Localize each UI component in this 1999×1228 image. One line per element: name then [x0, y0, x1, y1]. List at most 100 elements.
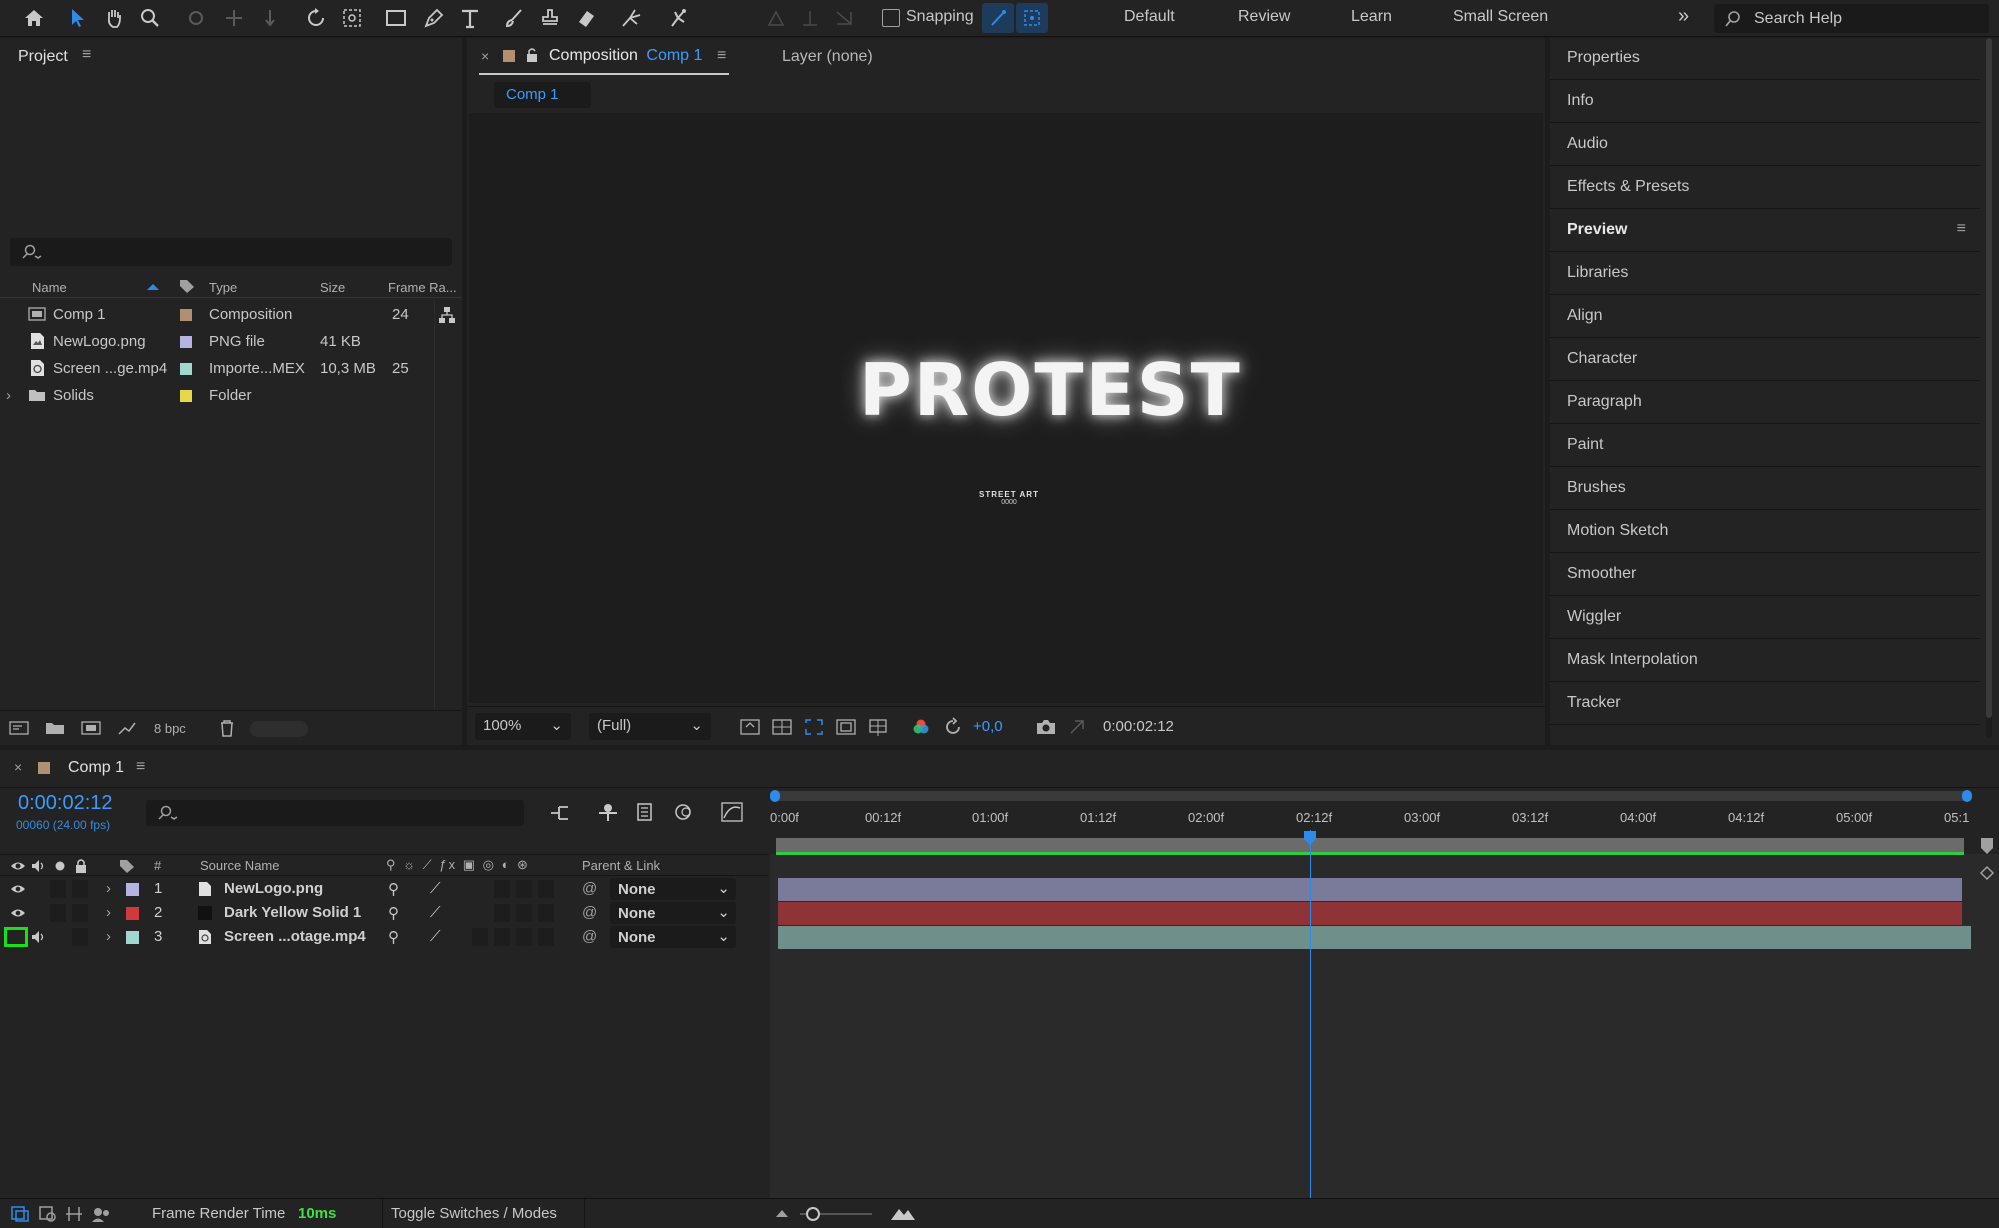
comp-marker-bin-icon[interactable]: [1979, 836, 1995, 856]
lock-switch-icon[interactable]: [74, 858, 88, 874]
quality-switch-icon[interactable]: ⟋: [430, 880, 441, 897]
video-switch-icon[interactable]: [10, 859, 26, 873]
snapping-checkbox[interactable]: [882, 9, 900, 27]
rectangle-tool-icon[interactable]: [380, 3, 412, 33]
eye-visibility-icon[interactable]: [10, 883, 26, 895]
layer-bar-1[interactable]: [778, 878, 1962, 901]
show-snapshot-icon[interactable]: [1067, 717, 1087, 737]
project-item-solids-folder[interactable]: › Solids Folder: [0, 382, 462, 409]
switch-box[interactable]: [538, 904, 554, 922]
label-swatch[interactable]: [180, 309, 192, 321]
workspace-default[interactable]: Default: [1124, 8, 1175, 26]
layer-search-input[interactable]: [146, 800, 524, 826]
roto-brush-tool-icon[interactable]: [616, 3, 648, 33]
work-area-navigator[interactable]: [770, 790, 1972, 802]
layer-name[interactable]: Dark Yellow Solid 1: [224, 904, 361, 921]
panel-info[interactable]: Info: [1550, 81, 1980, 123]
pickwhip-icon[interactable]: @: [582, 928, 597, 945]
close-timeline-icon[interactable]: ×: [14, 759, 22, 775]
layer-switches-toggle-icon[interactable]: [10, 1205, 30, 1223]
interpret-footage-icon[interactable]: [8, 719, 30, 737]
layer-name[interactable]: NewLogo.png: [224, 880, 323, 897]
composition-mini-flowchart-icon[interactable]: [548, 803, 572, 823]
project-menu-icon[interactable]: ≡: [82, 46, 91, 64]
label-swatch[interactable]: [180, 336, 192, 348]
snap-features-icon[interactable]: [1016, 3, 1048, 33]
timeline-zoom-thumb[interactable]: [806, 1207, 820, 1221]
panel-effects-presets[interactable]: Effects & Presets: [1550, 167, 1980, 209]
transparency-grid-icon[interactable]: [771, 717, 793, 737]
workspace-small-screen[interactable]: Small Screen: [1453, 8, 1548, 26]
comp-navigator-pill[interactable]: Comp 1: [494, 82, 591, 108]
col-parent-link[interactable]: Parent & Link: [582, 858, 660, 873]
graph-editor-icon[interactable]: [720, 801, 744, 823]
switch-box[interactable]: [516, 904, 532, 922]
orbit-camera-icon[interactable]: [180, 3, 212, 33]
playhead-marker-icon[interactable]: [1303, 830, 1317, 846]
solo-toggle[interactable]: [50, 880, 66, 898]
eye-visibility-icon[interactable]: [10, 907, 26, 919]
solo-switch-icon[interactable]: [54, 860, 66, 872]
sort-ascending-icon[interactable]: [146, 283, 160, 291]
composition-canvas[interactable]: PROTEST STREET ART 0000: [469, 113, 1543, 703]
lock-toggle[interactable]: [72, 904, 88, 922]
preview-menu-icon[interactable]: ≡: [1957, 220, 1966, 238]
pen-tool-icon[interactable]: [418, 3, 450, 33]
label-swatch[interactable]: [180, 390, 192, 402]
panel-mask-interpolation[interactable]: Mask Interpolation: [1550, 640, 1980, 682]
close-tab-icon[interactable]: ×: [481, 48, 489, 64]
dolly-camera-icon[interactable]: [254, 3, 286, 33]
shy-switch-icon[interactable]: ⚲: [388, 904, 399, 922]
zoom-in-mountain-icon[interactable]: [890, 1204, 916, 1222]
project-scrollbar[interactable]: [434, 300, 435, 710]
lock-toggle[interactable]: [72, 880, 88, 898]
parent-dropdown[interactable]: None ⌄: [610, 902, 736, 924]
more-workspaces-icon[interactable]: »: [1678, 5, 1689, 28]
panel-align[interactable]: Align: [1550, 296, 1980, 338]
solo-toggle[interactable]: [50, 904, 66, 922]
selection-tool-icon[interactable]: [62, 3, 94, 33]
thumbnail-slider[interactable]: [250, 721, 308, 737]
project-search-input[interactable]: [10, 238, 452, 266]
brush-tool-icon[interactable]: [498, 3, 530, 33]
new-composition-icon[interactable]: [80, 719, 102, 737]
exposure-value[interactable]: +0,0: [973, 718, 1003, 735]
work-area-start-handle[interactable]: [770, 790, 780, 802]
eraser-tool-icon[interactable]: [570, 3, 602, 33]
axis-local-icon[interactable]: [760, 3, 792, 33]
motion-blur-icon[interactable]: [672, 801, 694, 823]
new-folder-icon[interactable]: [44, 719, 66, 737]
col-size[interactable]: Size: [320, 280, 345, 295]
switch-box[interactable]: [538, 880, 554, 898]
panel-audio[interactable]: Audio: [1550, 124, 1980, 166]
panel-wiggler[interactable]: Wiggler: [1550, 597, 1980, 639]
switch-box[interactable]: [494, 928, 510, 946]
render-time-toggle-icon[interactable]: [90, 1205, 112, 1223]
layer-label-swatch[interactable]: [126, 931, 139, 944]
layer-label-swatch[interactable]: [126, 883, 139, 896]
timeline-comp-tab[interactable]: Comp 1: [68, 759, 124, 777]
trash-icon[interactable]: [218, 718, 236, 738]
layer-label-swatch[interactable]: [126, 907, 139, 920]
in-out-duration-icon[interactable]: [64, 1205, 84, 1223]
puppet-tool-icon[interactable]: [662, 3, 694, 33]
label-swatch[interactable]: [180, 363, 192, 375]
video-switch-highlight[interactable]: [4, 927, 28, 947]
rotation-tool-icon[interactable]: [300, 3, 332, 33]
panel-libraries[interactable]: Libraries: [1550, 253, 1980, 295]
search-help-field[interactable]: Search Help: [1714, 4, 1989, 33]
layer-tab[interactable]: Layer (none): [782, 48, 873, 66]
parent-dropdown[interactable]: None ⌄: [610, 878, 736, 900]
col-source-name[interactable]: Source Name: [200, 858, 279, 873]
expand-chevron-icon[interactable]: ›: [106, 904, 111, 921]
workspace-learn[interactable]: Learn: [1351, 8, 1392, 26]
audio-speaker-icon[interactable]: [30, 930, 46, 944]
timeline-menu-icon[interactable]: ≡: [136, 758, 145, 776]
pan-behind-tool-icon[interactable]: [336, 3, 368, 33]
layer-bar-3[interactable]: [778, 926, 1971, 949]
viewer-menu-icon[interactable]: ≡: [717, 47, 726, 65]
zoom-dropdown[interactable]: 100% ⌄: [475, 713, 571, 740]
parent-dropdown[interactable]: None ⌄: [610, 926, 736, 948]
current-time-display[interactable]: 0:00:02:12: [18, 792, 113, 815]
flowchart-icon[interactable]: [438, 306, 456, 324]
